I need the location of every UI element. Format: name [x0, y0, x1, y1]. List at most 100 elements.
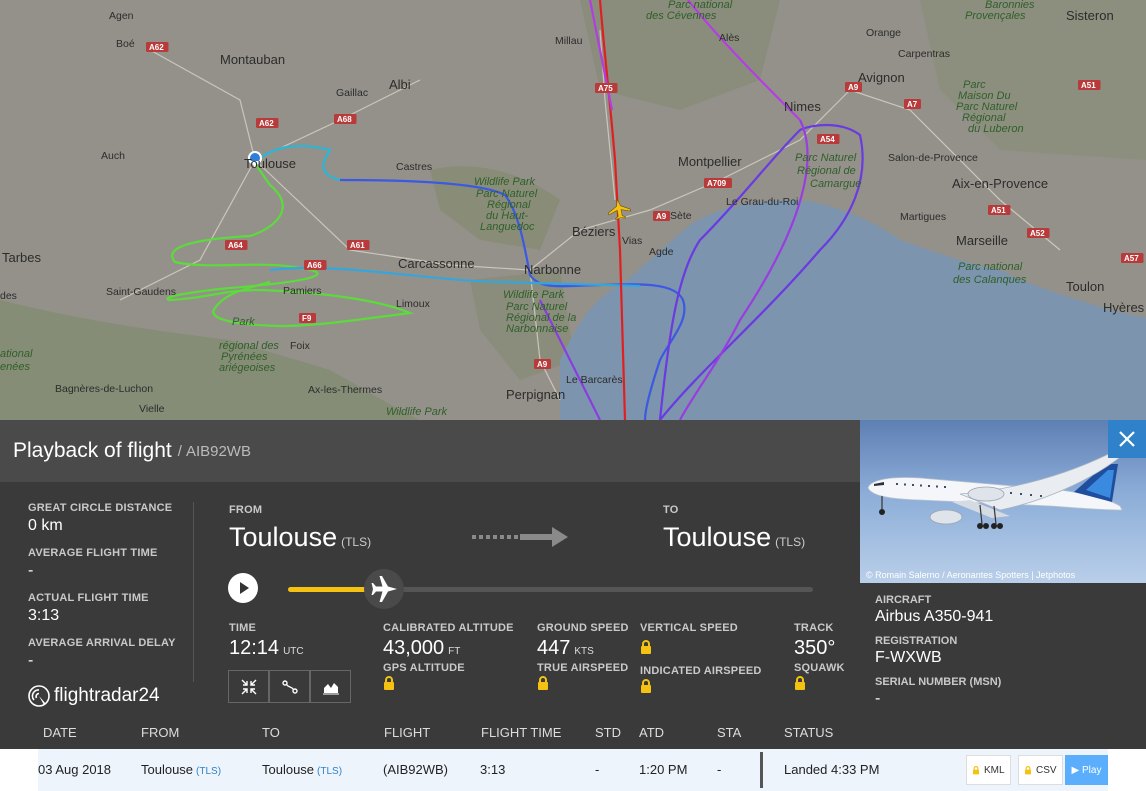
row-flight-time: 3:13 — [480, 762, 506, 777]
close-button[interactable] — [1108, 420, 1146, 458]
status-indicator — [760, 752, 763, 788]
map-place-label: Alès — [719, 32, 739, 44]
road-shield-label: A52 — [1030, 229, 1045, 238]
airplane-icon — [371, 576, 397, 602]
row-to[interactable]: Toulouse (TLS) — [262, 749, 342, 791]
lock-icon[interactable] — [383, 676, 395, 691]
row-play-button[interactable]: ▶ Play — [1065, 755, 1108, 785]
map-park-label: ational — [0, 348, 33, 360]
aircraft-label: AIRCRAFT — [875, 594, 932, 606]
to-airport: TO Toulouse (TLS) — [663, 504, 805, 553]
road-shield: A9 — [534, 359, 551, 369]
to-code: (TLS) — [775, 535, 806, 549]
aircraft-panel: © Romain Salerno / Aeronantes Spotters |… — [860, 420, 1146, 717]
true-airspeed-label: TRUE AIRSPEED — [537, 662, 629, 674]
divider — [193, 502, 194, 682]
kml-download-button[interactable]: KML — [966, 755, 1011, 785]
route-view-button[interactable] — [269, 670, 310, 703]
csv-label: CSV — [1036, 764, 1057, 776]
road-shield: A75 — [595, 83, 618, 93]
map-place-label: Foix — [290, 340, 311, 352]
title-separator: / — [177, 442, 182, 460]
col-atd: ATD — [639, 725, 665, 740]
map-place-label: Agde — [649, 246, 674, 258]
map-place-label: Nimes — [784, 99, 821, 114]
ground-speed-value: 447 — [537, 637, 571, 659]
aircraft-info: AIRCRAFT Airbus A350-941 REGISTRATION F-… — [875, 594, 1001, 717]
registration-label: REGISTRATION — [875, 635, 958, 647]
flight-stats: GREAT CIRCLE DISTANCE 0 km AVERAGE FLIGH… — [28, 502, 188, 682]
table-row[interactable]: 03 Aug 2018 Toulouse (TLS) Toulouse (TLS) … — [38, 749, 1108, 791]
map-park-label: enées — [0, 361, 30, 373]
row-status: Landed 4:33 PM — [784, 762, 880, 777]
aircraft-photo-image — [867, 443, 1135, 529]
road-shield-label: A709 — [707, 179, 727, 188]
row-atd: 1:20 PM — [639, 762, 688, 777]
lock-icon[interactable] — [794, 676, 806, 691]
stat-value: 0 km — [28, 517, 63, 534]
average-flight-time: AVERAGE FLIGHT TIME - — [28, 547, 188, 592]
map-place-label: Orange — [866, 27, 901, 39]
map-park-label: Provençales — [965, 10, 1026, 22]
row-from[interactable]: Toulouse (TLS) — [141, 749, 221, 791]
map-place-label: Toulon — [1066, 279, 1104, 294]
map-place-label: Perpignan — [506, 387, 565, 402]
map-place-label: Vielle — [139, 403, 165, 415]
map-place-label: Ax-les-Thermes — [308, 384, 382, 396]
map-place-label: Carcassonne — [398, 256, 475, 271]
stat-label: AVERAGE FLIGHT TIME — [28, 547, 158, 559]
playback-panel: Playback of flight / AIB92WB GREAT CIRCL… — [0, 420, 860, 717]
road-shield-label: A57 — [1124, 254, 1139, 263]
lock-icon[interactable] — [537, 676, 549, 691]
panel-header: Playback of flight / AIB92WB — [0, 420, 860, 482]
map-canvas[interactable]: A62 A62 A68 A75 A9 A7 A51 A54 A709 A9 A51 A52 A57 A64… — [0, 0, 1146, 420]
road-shield: A54 — [817, 134, 840, 144]
map-park-label: du Luberon — [968, 123, 1024, 135]
altitude-column: CALIBRATED ALTITUDE 43,000 FT GPS ALTITUD… — [383, 622, 514, 696]
road-shield: A52 — [1027, 228, 1050, 238]
calibrated-altitude-label: CALIBRATED ALTITUDE — [383, 622, 514, 634]
from-code: (TLS) — [341, 535, 372, 549]
road-shield: A66 — [304, 260, 327, 270]
lock-icon[interactable] — [640, 640, 652, 655]
flightradar24-logo[interactable]: flightradar24 — [27, 684, 160, 708]
altitude-graph-button[interactable] — [310, 670, 351, 703]
csv-download-button[interactable]: CSV — [1018, 755, 1063, 785]
map-place-label: Gaillac — [336, 87, 368, 99]
track-value: 350° — [794, 637, 836, 659]
aircraft-model: Airbus A350-941 — [875, 608, 994, 625]
indicated-airspeed-label: INDICATED AIRSPEED — [640, 665, 762, 677]
stat-value: - — [28, 562, 34, 579]
map-view[interactable]: A62 A62 A68 A75 A9 A7 A51 A54 A709 A9 A51 A52 A57 A64… — [0, 0, 1146, 420]
road-shield: F9 — [299, 313, 316, 323]
lock-icon[interactable] — [640, 679, 652, 694]
play-button[interactable] — [228, 573, 258, 603]
row-from-city: Toulouse — [141, 762, 194, 777]
col-flight-time: FLIGHT TIME — [481, 725, 562, 740]
row-std: - — [595, 762, 600, 777]
timeline-handle[interactable] — [364, 569, 404, 609]
map-place-label: Vias — [622, 235, 642, 247]
road-shield-label: A75 — [598, 84, 613, 93]
map-park-label: des Cévennes — [646, 10, 717, 22]
map-park-label: Wildlife Park — [503, 289, 565, 301]
collapse-view-button[interactable] — [228, 670, 269, 703]
lock-icon — [1025, 765, 1031, 774]
panel-title: Playback of flight — [13, 439, 172, 462]
calibrated-altitude-value: 43,000 — [383, 637, 445, 659]
logo-text: flightradar24 — [54, 685, 160, 706]
gps-altitude-label: GPS ALTITUDE — [383, 662, 465, 674]
row-from-code[interactable]: (TLS) — [196, 766, 221, 777]
road-shield-label: A62 — [259, 119, 274, 128]
close-icon — [1119, 431, 1135, 447]
map-park-label: ariégeoises — [219, 362, 276, 374]
road-shield-label: A54 — [820, 135, 835, 144]
map-place-label: Martigues — [900, 211, 946, 223]
view-tools — [228, 670, 351, 703]
row-to-code[interactable]: (TLS) — [317, 766, 342, 777]
road-shield: A57 — [1121, 253, 1144, 263]
map-place-label: Millau — [555, 35, 583, 47]
row-flight: (AIB92WB) — [383, 762, 449, 777]
track-label: TRACK — [794, 622, 834, 634]
vertical-speed-label: VERTICAL SPEED — [640, 622, 738, 634]
